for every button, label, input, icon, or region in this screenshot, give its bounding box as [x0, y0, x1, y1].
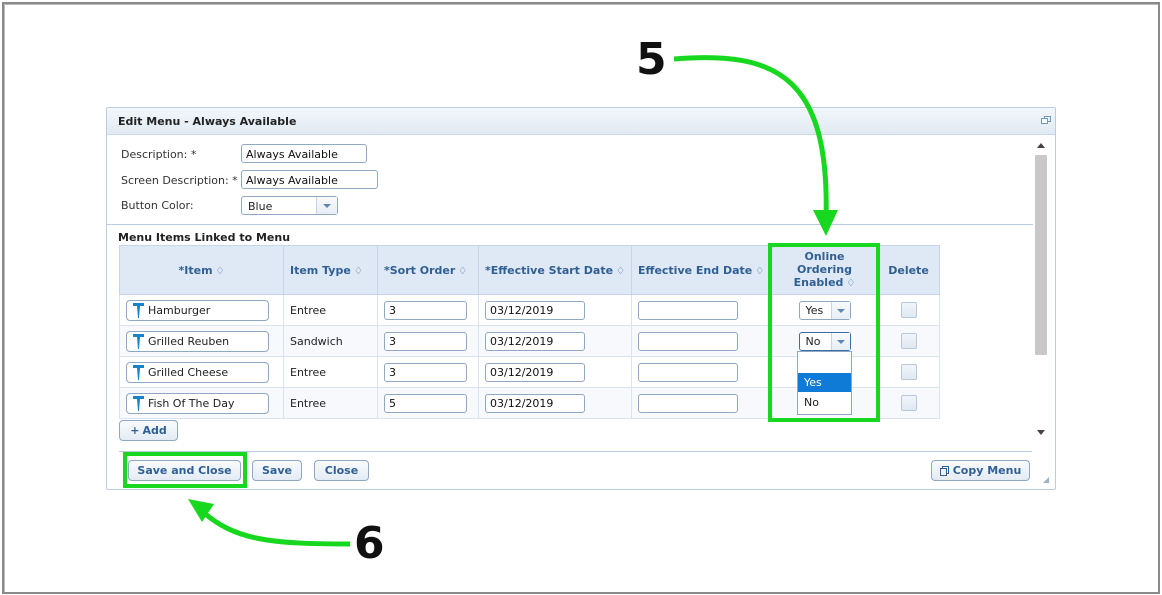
arrow-step-5-head — [813, 210, 838, 236]
arrow-step-6 — [201, 510, 351, 547]
arrow-step-5 — [673, 55, 829, 221]
annotation-arrows — [188, 55, 838, 547]
